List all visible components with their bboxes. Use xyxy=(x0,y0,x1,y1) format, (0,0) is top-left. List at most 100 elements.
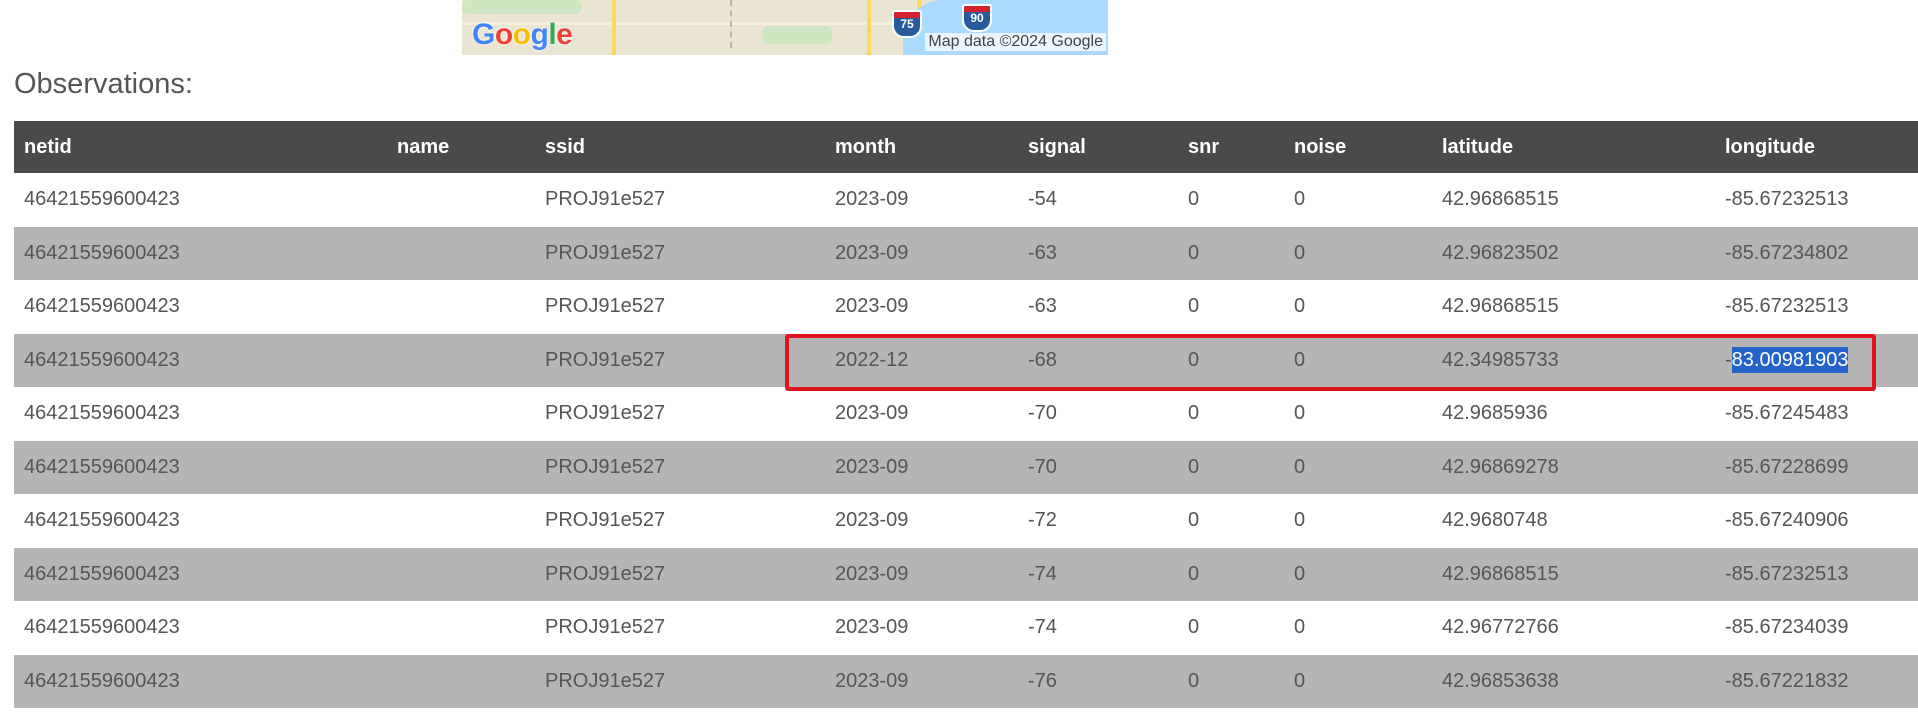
cell-snr: 0 xyxy=(1178,280,1284,334)
cell-noise: 0 xyxy=(1284,387,1432,441)
cell-ssid: PROJ91e527 xyxy=(535,333,825,387)
cell-ssid: PROJ91e527 xyxy=(535,280,825,334)
cell-signal: -74 xyxy=(1018,601,1178,655)
cell-latitude: 42.96868515 xyxy=(1432,173,1715,227)
cell-longitude: -85.67234039 xyxy=(1715,601,1918,655)
cell-latitude: 42.96823502 xyxy=(1432,226,1715,280)
cell-snr: 0 xyxy=(1178,173,1284,227)
interstate-shield-icon: 90 xyxy=(962,4,992,32)
cell-snr: 0 xyxy=(1178,494,1284,548)
cell-ssid: PROJ91e527 xyxy=(535,494,825,548)
cell-name xyxy=(387,173,535,227)
cell-month: 2023-09 xyxy=(825,387,1018,441)
column-header-noise[interactable]: noise xyxy=(1284,121,1432,173)
cell-netid: 46421559600423 xyxy=(14,387,387,441)
cell-netid: 46421559600423 xyxy=(14,601,387,655)
cell-snr: 0 xyxy=(1178,226,1284,280)
cell-ssid: PROJ91e527 xyxy=(535,601,825,655)
cell-name xyxy=(387,494,535,548)
cell-noise: 0 xyxy=(1284,654,1432,708)
table-header-row: netid name ssid month signal snr noise l… xyxy=(14,121,1918,173)
cell-name xyxy=(387,654,535,708)
cell-snr: 0 xyxy=(1178,654,1284,708)
cell-longitude: -85.67240906 xyxy=(1715,494,1918,548)
cell-signal: -72 xyxy=(1018,494,1178,548)
cell-netid: 46421559600423 xyxy=(14,494,387,548)
cell-latitude: 42.96853638 xyxy=(1432,654,1715,708)
cell-noise: 0 xyxy=(1284,494,1432,548)
cell-latitude: 42.96868515 xyxy=(1432,547,1715,601)
cell-noise: 0 xyxy=(1284,440,1432,494)
table-row: 46421559600423 PROJ91e527 2023-09 -72 0 … xyxy=(14,494,1918,548)
table-row: 46421559600423 PROJ91e527 2023-09 -70 0 … xyxy=(14,440,1918,494)
cell-noise: 0 xyxy=(1284,173,1432,227)
cell-netid: 46421559600423 xyxy=(14,333,387,387)
map-boundary-line xyxy=(730,0,732,48)
cell-longitude[interactable]: -83.00981903 xyxy=(1715,333,1918,387)
cell-longitude: -85.67234802 xyxy=(1715,226,1918,280)
cell-signal: -70 xyxy=(1018,440,1178,494)
cell-signal: -63 xyxy=(1018,226,1178,280)
cell-netid: 46421559600423 xyxy=(14,280,387,334)
cell-month: 2023-09 xyxy=(825,226,1018,280)
cell-signal: -74 xyxy=(1018,547,1178,601)
column-header-name[interactable]: name xyxy=(387,121,535,173)
cell-month: 2022-12 xyxy=(825,333,1018,387)
cell-signal: -68 xyxy=(1018,333,1178,387)
table-row: 46421559600423 PROJ91e527 2023-09 -54 0 … xyxy=(14,173,1918,227)
cell-noise: 0 xyxy=(1284,333,1432,387)
cell-noise: 0 xyxy=(1284,601,1432,655)
table-row: 46421559600423 PROJ91e527 2023-09 -76 0 … xyxy=(14,654,1918,708)
cell-longitude: -85.67228699 xyxy=(1715,440,1918,494)
cell-ssid: PROJ91e527 xyxy=(535,387,825,441)
cell-name xyxy=(387,226,535,280)
cell-longitude: -85.67232513 xyxy=(1715,280,1918,334)
cell-signal: -70 xyxy=(1018,387,1178,441)
cell-month: 2023-09 xyxy=(825,173,1018,227)
table-row: 46421559600423 PROJ91e527 2023-09 -74 0 … xyxy=(14,547,1918,601)
google-logo: Google xyxy=(472,18,573,51)
cell-latitude: 42.96868515 xyxy=(1432,280,1715,334)
cell-month: 2023-09 xyxy=(825,601,1018,655)
map-view[interactable]: 75 90 Google Map data ©2024 Google xyxy=(462,0,1108,55)
cell-signal: -54 xyxy=(1018,173,1178,227)
cell-netid: 46421559600423 xyxy=(14,173,387,227)
column-header-netid[interactable]: netid xyxy=(14,121,387,173)
column-header-month[interactable]: month xyxy=(825,121,1018,173)
table-row: 46421559600423 PROJ91e527 2023-09 -63 0 … xyxy=(14,280,1918,334)
map-attribution: Map data ©2024 Google xyxy=(925,33,1106,51)
cell-ssid: PROJ91e527 xyxy=(535,226,825,280)
column-header-ssid[interactable]: ssid xyxy=(535,121,825,173)
cell-name xyxy=(387,601,535,655)
cell-netid: 46421559600423 xyxy=(14,440,387,494)
cell-snr: 0 xyxy=(1178,333,1284,387)
cell-longitude: -85.67245483 xyxy=(1715,387,1918,441)
cell-signal: -63 xyxy=(1018,280,1178,334)
page: 75 90 Google Map data ©2024 Google Obser… xyxy=(0,0,1918,719)
cell-month: 2023-09 xyxy=(825,654,1018,708)
table-row: 46421559600423 PROJ91e527 2023-09 -74 0 … xyxy=(14,601,1918,655)
table-row: 46421559600423 PROJ91e527 2023-09 -63 0 … xyxy=(14,226,1918,280)
cell-longitude: -85.67232513 xyxy=(1715,173,1918,227)
observations-table: netid name ssid month signal snr noise l… xyxy=(14,121,1918,708)
column-header-longitude[interactable]: longitude xyxy=(1715,121,1918,173)
longitude-unselected-prefix: - xyxy=(1725,348,1732,371)
column-header-latitude[interactable]: latitude xyxy=(1432,121,1715,173)
selected-text[interactable]: 83.00981903 xyxy=(1731,346,1849,373)
cell-ssid: PROJ91e527 xyxy=(535,654,825,708)
map-road xyxy=(612,0,616,55)
cell-latitude: 42.96869278 xyxy=(1432,440,1715,494)
observations-heading: Observations: xyxy=(14,68,193,100)
cell-snr: 0 xyxy=(1178,387,1284,441)
column-header-snr[interactable]: snr xyxy=(1178,121,1284,173)
cell-name xyxy=(387,440,535,494)
cell-ssid: PROJ91e527 xyxy=(535,173,825,227)
cell-latitude: 42.9685936 xyxy=(1432,387,1715,441)
cell-longitude: -85.67232513 xyxy=(1715,547,1918,601)
cell-name xyxy=(387,387,535,441)
column-header-signal[interactable]: signal xyxy=(1018,121,1178,173)
cell-name xyxy=(387,547,535,601)
cell-latitude: 42.9680748 xyxy=(1432,494,1715,548)
map-park-area xyxy=(462,0,582,14)
cell-month: 2023-09 xyxy=(825,280,1018,334)
